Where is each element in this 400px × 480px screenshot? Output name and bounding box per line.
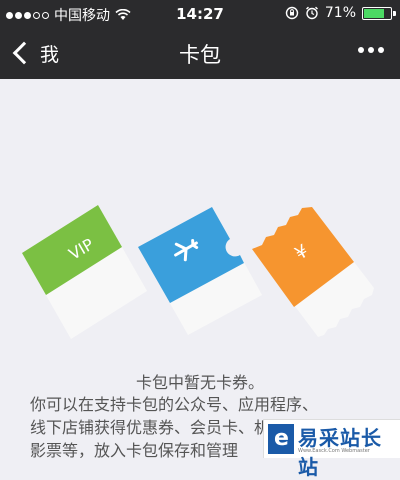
empty-state-line: 你可以在支持卡包的公众号、应用程序、 [30,395,319,414]
watermark-e-icon [268,424,294,454]
battery-icon [362,6,396,20]
rotation-lock-icon [285,6,299,20]
card-illustration: VIP ¥ [22,205,374,339]
vip-card: VIP [22,205,147,339]
empty-state-title: 卡包中暂无卡券。 [135,373,264,392]
nav-bar: 我 卡包 [0,27,400,79]
status-right: 71% [285,5,396,21]
status-bar: 中国移动 14:27 71% [0,0,400,27]
battery-percent: 71% [324,5,356,21]
flight-card [138,207,262,335]
alarm-icon [305,6,318,20]
coupon-card: ¥ [252,207,374,337]
watermark-subtext: Www.Easck.Com Webmaster [298,448,370,454]
page-title: 卡包 [179,43,221,67]
watermark-logo: 易采站长站 Www.Easck.Com Webmaster [263,419,400,479]
more-dots-icon[interactable] [358,47,384,53]
